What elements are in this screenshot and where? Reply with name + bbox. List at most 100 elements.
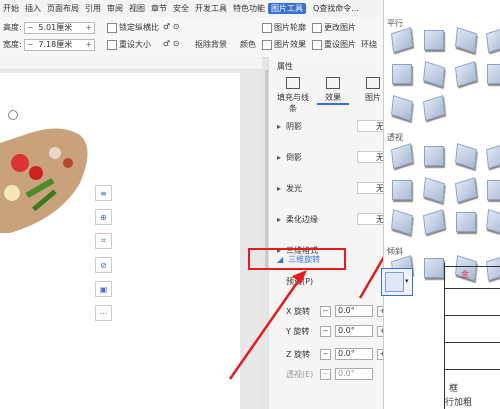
menu-reference[interactable]: 引用 <box>82 3 104 14</box>
reset-size-button[interactable]: 重设大小 <box>107 39 151 50</box>
effects-label: 图片效果 <box>274 40 306 49</box>
menu-review[interactable]: 审阅 <box>104 3 126 14</box>
preset-tile[interactable] <box>391 209 413 235</box>
width-value[interactable]: 7.18厘米 <box>35 39 83 50</box>
perspective-row: 透视(E) −0.0° <box>286 368 375 380</box>
table-cell: 金 <box>461 270 469 279</box>
picture-icon[interactable]: ▣ <box>95 281 112 297</box>
crop-icon: ♂ ⊙ <box>163 22 180 31</box>
background-table: 金 框 行加粗 <box>444 263 500 409</box>
preset-tile[interactable] <box>423 95 445 121</box>
glow-row[interactable]: ▸ 发光无 <box>277 181 389 195</box>
height-spinner[interactable]: −5.01厘米 + <box>23 21 96 34</box>
reset-picture-button[interactable]: 重设图片 <box>312 39 356 50</box>
menu-start[interactable]: 开始 <box>0 3 22 14</box>
remove-bg-button[interactable]: 抠除背景 <box>195 39 227 50</box>
x-rotation-value[interactable]: 0.0° <box>335 305 373 317</box>
tab-effects-label: 效果 <box>325 93 341 102</box>
layout-icon[interactable]: ≡ <box>95 185 112 201</box>
3d-rotation-highlight <box>248 248 346 270</box>
preset-tile[interactable] <box>487 64 500 84</box>
menu-picture-tools[interactable]: 图片工具 <box>268 3 306 14</box>
expand-icon: ▸ <box>277 214 282 224</box>
menu-insert[interactable]: 插入 <box>22 3 44 14</box>
shadow-row[interactable]: ▸ 阴影无 <box>277 119 389 133</box>
y-rotation-value[interactable]: 0.0° <box>335 325 373 337</box>
y-rotation-label: Y 旋转 <box>286 326 310 336</box>
menu-dev[interactable]: 开发工具 <box>192 3 230 14</box>
preset-tile[interactable] <box>424 30 444 50</box>
change-picture-button[interactable]: 更改图片 <box>312 22 356 33</box>
wrap-label: 环绕 <box>361 40 377 49</box>
menu-layout[interactable]: 页面布局 <box>44 3 82 14</box>
expand-icon: ▸ <box>277 152 282 162</box>
reflection-label: 倒影 <box>286 152 303 162</box>
decrement-button[interactable]: − <box>320 368 331 380</box>
preset-tile[interactable] <box>391 27 413 53</box>
soft-edge-row[interactable]: ▸ 柔化边缘无 <box>277 212 389 226</box>
decrement-button[interactable]: − <box>320 348 331 360</box>
preset-tile[interactable] <box>391 95 413 121</box>
lock-ratio-checkbox[interactable]: 锁定纵横比 <box>107 22 159 33</box>
outline-button[interactable]: 图片轮廓 <box>262 22 306 33</box>
color-button[interactable]: 颜色 <box>240 39 256 50</box>
more-icon[interactable]: ⋯ <box>95 305 112 321</box>
preset-tile[interactable] <box>424 258 444 278</box>
checkbox-icon <box>107 22 117 33</box>
edit-icon[interactable]: ⊘ <box>95 257 112 273</box>
preset-dropdown-button[interactable]: ▾ <box>381 268 413 296</box>
preset-preview-icon <box>385 272 404 292</box>
preset-tile[interactable] <box>424 146 444 166</box>
preset-tile[interactable] <box>486 143 500 169</box>
document-page[interactable] <box>0 73 240 409</box>
preset-tile[interactable] <box>456 212 476 232</box>
preset-tile[interactable] <box>423 61 445 87</box>
crop-icons[interactable]: ♂ ⊙ <box>163 22 179 31</box>
menu-section[interactable]: 章节 <box>148 3 170 14</box>
zoom-icon[interactable]: ⊕ <box>95 209 112 225</box>
preset-tile[interactable] <box>455 61 477 87</box>
menu-security[interactable]: 安全 <box>170 3 192 14</box>
reflection-row[interactable]: ▸ 倒影无 <box>277 150 389 164</box>
z-rotation-label: Z 旋转 <box>286 349 311 359</box>
wrap-button[interactable]: 环绕 <box>361 39 377 50</box>
height-value[interactable]: 5.01厘米 <box>35 22 83 33</box>
table-cell: 行加粗 <box>445 398 473 408</box>
preset-tile[interactable] <box>392 64 412 84</box>
perspective-value[interactable]: 0.0° <box>335 368 373 380</box>
crop-tool-icon[interactable]: ⌗ <box>95 233 112 249</box>
food-image[interactable] <box>0 123 100 243</box>
tab-fill-line-label: 填充与线条 <box>277 93 309 113</box>
z-rotation-value[interactable]: 0.0° <box>335 348 373 360</box>
search-command[interactable]: Q查找命令... <box>310 3 362 14</box>
width-spinner[interactable]: −7.18厘米 + <box>23 38 96 51</box>
preset-tile[interactable] <box>455 27 477 53</box>
menu-special[interactable]: 特色功能 <box>230 3 268 14</box>
tab-effects[interactable]: 效果 <box>317 77 349 105</box>
panel-tabs: 填充与线条 效果 图片 <box>277 77 389 113</box>
rotate-icons[interactable]: ♂ ⊙ <box>163 39 179 48</box>
panel-title: 属性 <box>277 62 293 71</box>
preset-row[interactable]: 预设(P) <box>277 274 389 288</box>
preset-tile[interactable] <box>423 177 445 203</box>
effects-button[interactable]: 图片效果 <box>262 39 306 50</box>
preset-tile[interactable] <box>423 209 445 235</box>
tab-fill-line[interactable]: 填充与线条 <box>277 77 309 114</box>
preset-tile[interactable] <box>455 177 477 203</box>
picture-tab-icon <box>366 77 380 89</box>
preset-tile[interactable] <box>486 27 500 53</box>
table-line <box>445 266 500 267</box>
menu-view[interactable]: 视图 <box>126 3 148 14</box>
preset-tile[interactable] <box>455 143 477 169</box>
rotate-handle[interactable] <box>8 110 18 120</box>
color-label: 颜色 <box>240 40 256 49</box>
expand-icon: ▸ <box>277 183 282 193</box>
preset-tile[interactable] <box>486 209 500 235</box>
preset-tile[interactable] <box>487 180 500 200</box>
preset-tile[interactable] <box>391 143 413 169</box>
table-line <box>445 369 500 370</box>
outline-label: 图片轮廓 <box>274 23 306 32</box>
decrement-button[interactable]: − <box>320 325 331 337</box>
decrement-button[interactable]: − <box>320 305 331 317</box>
preset-tile[interactable] <box>392 180 412 200</box>
